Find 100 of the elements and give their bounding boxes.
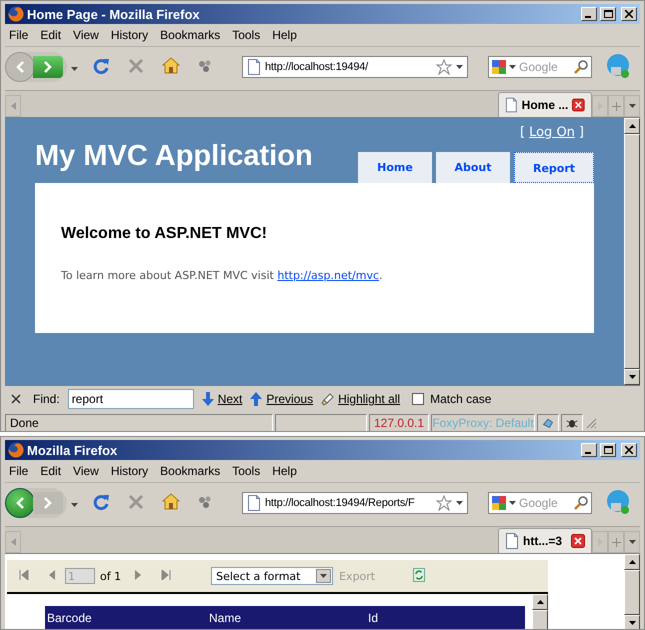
bookmark-star-icon[interactable]: [436, 59, 452, 75]
menu-item[interactable]: Tools: [232, 464, 260, 478]
arrow-up-icon: [628, 124, 636, 128]
maximize-button[interactable]: [600, 443, 616, 457]
next-page-icon[interactable]: [135, 570, 142, 580]
close-icon[interactable]: [11, 394, 21, 404]
menu-item[interactable]: Tools: [232, 28, 260, 42]
tab-close-icon[interactable]: [572, 98, 585, 112]
search-icon[interactable]: [574, 496, 588, 510]
home-icon[interactable]: [162, 57, 180, 74]
previous-page-icon[interactable]: [49, 570, 55, 580]
menu-item[interactable]: Bookmarks: [160, 28, 220, 42]
browser-tab[interactable]: htt...=3: [498, 528, 592, 553]
search-placeholder: Google: [519, 60, 559, 74]
arrow-left-icon: [10, 538, 16, 546]
minimize-button[interactable]: [581, 443, 597, 457]
home-icon[interactable]: [162, 493, 180, 510]
menu-item[interactable]: Help: [272, 464, 297, 478]
resize-grip-icon: [585, 417, 597, 429]
menu-item[interactable]: View: [73, 28, 99, 42]
format-dropdown[interactable]: Select a format: [211, 567, 334, 585]
scroll-down-button[interactable]: [624, 369, 640, 385]
last-page-icon[interactable]: [161, 570, 172, 580]
caret-icon: [320, 574, 328, 578]
nav-tab[interactable]: About: [436, 152, 510, 183]
addon-icon[interactable]: [198, 58, 212, 72]
match-case-label[interactable]: Match case: [430, 392, 492, 406]
reload-icon[interactable]: [92, 56, 110, 74]
menu-item[interactable]: History: [110, 28, 148, 42]
minimize-button[interactable]: [581, 7, 597, 21]
find-field[interactable]: report: [68, 389, 194, 409]
arrow-up-icon: [250, 392, 262, 406]
page-count-text: of 1: [100, 570, 122, 582]
menu-item[interactable]: View: [73, 464, 99, 478]
scroll-down-button[interactable]: [624, 615, 640, 629]
vertical-scrollbar[interactable]: [624, 554, 640, 629]
firefox-logo-icon: [8, 6, 24, 22]
maximize-icon: [604, 446, 612, 454]
url-text: http://localhost:19494/: [265, 61, 370, 73]
tab-close-icon[interactable]: [571, 534, 585, 548]
menu-item[interactable]: File: [9, 464, 28, 478]
search-icon[interactable]: [574, 60, 588, 74]
nav-tab[interactable]: Report: [514, 152, 594, 183]
bookmark-star-icon[interactable]: [436, 495, 452, 511]
menu-item[interactable]: Edit: [40, 28, 62, 42]
intro-paragraph: To learn more about ASP.NET MVC visit http://asp.net/mvc.: [61, 269, 384, 282]
forward-button[interactable]: [33, 56, 63, 78]
plus-icon: [612, 538, 620, 546]
first-page-icon[interactable]: [19, 570, 29, 580]
arrow-down-icon: [628, 375, 636, 379]
caret-icon: [456, 65, 463, 69]
address-bar[interactable]: http://localhost:19494/Reports/F: [242, 492, 468, 514]
scroll-up-button[interactable]: [532, 594, 548, 610]
page-icon: [247, 495, 261, 511]
arrow-left-icon: [15, 61, 25, 73]
arrow-left-icon: [10, 102, 16, 110]
page-icon: [505, 97, 518, 113]
page-icon: [247, 59, 261, 75]
search-engine-icon: [492, 60, 506, 74]
menu-item[interactable]: Edit: [40, 464, 62, 478]
maximize-button[interactable]: [600, 7, 616, 21]
menu-item[interactable]: File: [9, 28, 28, 42]
mvc-link[interactable]: http://asp.net/mvc: [277, 269, 380, 282]
addon-icon[interactable]: [198, 494, 212, 508]
address-bar[interactable]: http://localhost:19494/: [242, 56, 468, 78]
nav-tab[interactable]: Home: [358, 152, 432, 183]
log-on-link[interactable]: Log On: [529, 125, 575, 140]
highlight-all-button[interactable]: Highlight all: [321, 392, 400, 406]
back-button[interactable]: [5, 488, 35, 518]
welcome-heading: Welcome to ASP.NET MVC!: [61, 225, 268, 243]
browser-tab[interactable]: Home ...: [498, 92, 592, 117]
next-button[interactable]: Next: [202, 392, 242, 406]
arrow-right-icon: [43, 61, 53, 73]
tab-list-button[interactable]: [624, 531, 640, 553]
arrow-down-icon: [628, 621, 636, 625]
arrow-up-icon: [536, 600, 544, 604]
match-case-checkbox[interactable]: [412, 393, 424, 405]
caret-icon: [509, 65, 516, 69]
previous-button[interactable]: Previous: [250, 392, 314, 406]
close-button[interactable]: [621, 443, 637, 457]
menu-item[interactable]: Help: [272, 28, 297, 42]
search-engine-icon: [492, 496, 506, 510]
close-button[interactable]: [621, 7, 637, 21]
column-header: Name: [208, 611, 242, 625]
bracket-text: ]: [578, 125, 584, 140]
close-icon: [625, 10, 633, 18]
reload-icon[interactable]: [92, 492, 110, 510]
caret-icon: [628, 104, 636, 108]
tab-list-button[interactable]: [624, 95, 640, 117]
highlighter-icon: [321, 392, 334, 406]
menu-item[interactable]: Bookmarks: [160, 464, 220, 478]
maximize-icon: [604, 10, 612, 18]
column-header: Id: [367, 611, 380, 625]
firefox-logo-icon: [8, 442, 24, 458]
scroll-up-button[interactable]: [624, 118, 640, 134]
status-text: Done: [5, 414, 273, 431]
menu-item[interactable]: History: [110, 464, 148, 478]
scroll-up-button[interactable]: [624, 554, 640, 570]
refresh-icon[interactable]: [413, 568, 426, 582]
vertical-scrollbar[interactable]: [624, 118, 640, 385]
